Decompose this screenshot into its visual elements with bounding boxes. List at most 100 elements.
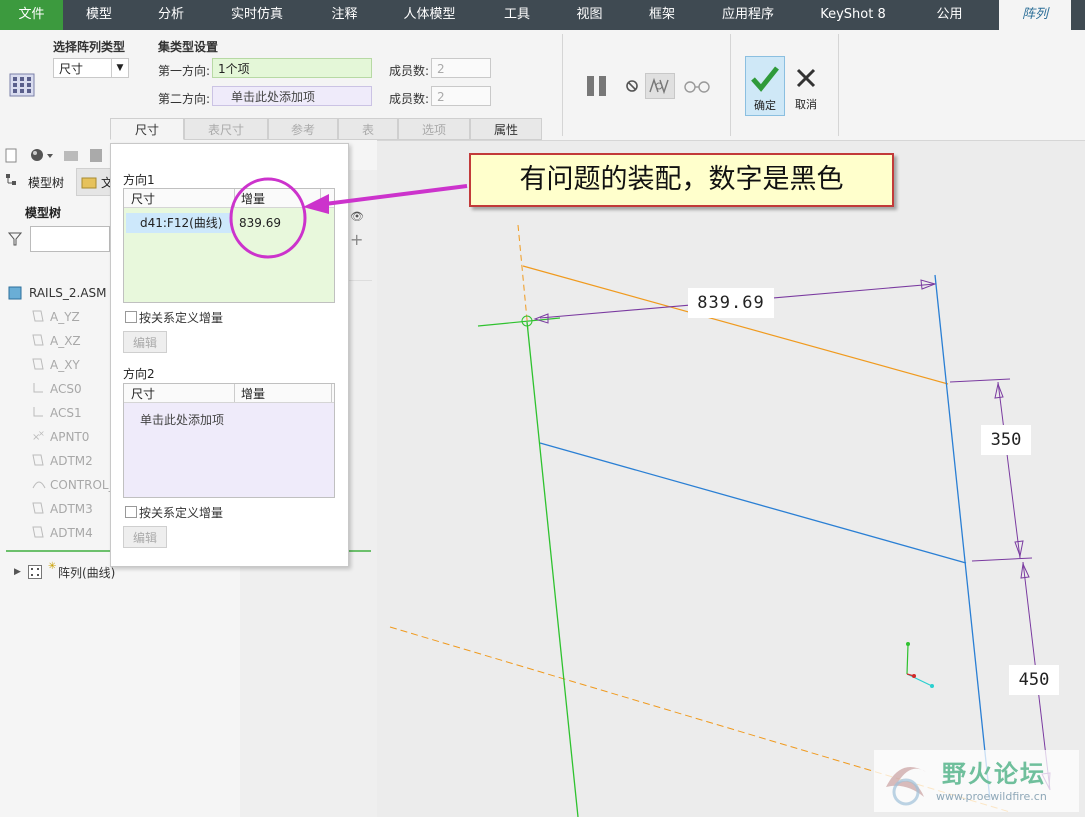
menu-bar: 文件 模型 分析 实时仿真 注释 人体模型 工具 视图 框架 应用程序 KeyS… [0,0,1085,30]
datum-plane-icon [32,358,44,370]
tab-options[interactable]: 选项 [398,118,470,140]
tree-item-a-xz[interactable]: A_XZ [32,334,81,348]
menu-manikin[interactable]: 人体模型 [382,0,477,30]
dimension-450: 450 [1018,670,1050,690]
dimension-839: 839.69 [697,293,765,313]
menu-model[interactable]: 模型 [63,0,135,30]
quick-access-toolbar [4,146,104,164]
watermark-name: 野火论坛 [942,760,1046,788]
dir1-title: 方向1 [123,173,155,187]
dir2-collector[interactable]: 单击此处添加项 [212,86,372,106]
tree-root[interactable]: RAILS_2.ASM [29,286,107,300]
menu-applications[interactable]: 应用程序 [702,0,794,30]
tab-references[interactable]: 参考 [268,118,338,140]
menu-tools[interactable]: 工具 [477,0,557,30]
curve-icon [32,478,46,490]
members2-input[interactable]: 2 [431,86,491,106]
menu-realtime-sim[interactable]: 实时仿真 [207,0,307,30]
dir1-label: 第一方向: [158,64,211,78]
col-dimension: 尺寸 [131,387,156,401]
col-dimension: 尺寸 [131,192,156,206]
annotation-callout: 有问题的装配，数字是黑色 [469,153,894,207]
tree-item-apnt0[interactable]: × × APNT0 [32,429,89,444]
coordinate-system-icon [32,382,44,394]
dir2-placeholder: 单击此处添加项 [140,413,225,427]
tab-dimensions[interactable]: 尺寸 [110,118,184,140]
divider [562,34,563,136]
watermark-url: www.proewildfire.cn [936,790,1047,803]
filter-icon[interactable] [7,232,23,246]
datum-plane-icon [32,454,44,466]
tab-folder-browser[interactable]: 文 [76,168,113,196]
glasses-icon[interactable] [683,78,711,94]
checkmark-icon [751,66,779,92]
menu-annotate[interactable]: 注释 [307,0,382,30]
members1-label: 成员数: [389,64,430,78]
edit-button-2[interactable]: 编辑 [123,526,167,548]
pattern-type-value: 尺寸 [59,62,84,76]
menu-public[interactable]: 公用 [912,0,987,30]
set-type-label: 集类型设置 [158,40,219,54]
members1-input[interactable]: 2 [431,58,491,78]
menu-analysis[interactable]: 分析 [135,0,207,30]
pattern-grid-icon[interactable] [8,70,36,100]
svg-text:×: × [38,430,44,438]
tab-tables[interactable]: 表 [338,118,398,140]
col-increment: 增量 [241,387,266,401]
dimension-839-box[interactable]: 839.69 [688,288,774,318]
dimension-450-box[interactable]: 450 [1009,665,1059,695]
pause-icon[interactable] [585,74,609,98]
tab-properties[interactable]: 属性 [470,118,542,140]
tree-item-adtm2[interactable]: ADTM2 [32,454,93,468]
ok-button[interactable]: 确定 [745,56,785,116]
row-dimension: d41:F12(曲线) [126,213,232,233]
pattern-type-label: 选择阵列类型 [53,40,126,54]
star-icon: ✳ [48,561,57,572]
datum-plane-icon [32,502,44,514]
relation-checkbox-1[interactable] [125,311,137,323]
coordinate-system-icon [32,406,44,418]
cancel-label: 取消 [795,98,817,111]
tree-item-adtm4[interactable]: ADTM4 [32,526,93,540]
assembly-icon [8,286,22,300]
relation-checkbox-2[interactable] [125,506,137,518]
dimension-350: 350 [990,430,1022,450]
datum-point-icon: × × [32,429,45,443]
tab-model-tree[interactable]: 模型树 [28,174,64,191]
tree-item-a-xy[interactable]: A_XY [32,358,80,372]
menu-framework[interactable]: 框架 [622,0,702,30]
tree-search-input[interactable] [30,226,110,252]
tree-item-control[interactable]: CONTROL_ [32,478,115,492]
verify-mode-icon[interactable] [645,73,675,99]
tree-item-adtm3[interactable]: ADTM3 [32,502,93,516]
arrow-line [324,184,468,206]
dir2-table[interactable]: 尺寸 增量 单击此处添加项 [123,383,335,498]
divider [730,34,731,136]
no-preview-icon[interactable] [624,78,640,94]
relation-label-1: 按关系定义增量 [139,311,224,325]
close-icon [796,68,816,88]
menu-pattern[interactable]: 阵列 [999,0,1071,30]
menu-file[interactable]: 文件 [0,0,63,30]
tree-item-acs0[interactable]: ACS0 [33,382,82,396]
model-tree-icon [6,174,18,186]
cancel-button[interactable]: 取消 [789,56,823,116]
menu-keyshot[interactable]: KeyShot 8 [794,0,912,30]
dimension-350-box[interactable]: 350 [981,425,1031,455]
dir2-table-header: 尺寸 增量 [124,384,334,403]
dir2-label: 第二方向: [158,92,211,106]
members2-label: 成员数: [389,92,430,106]
menu-view[interactable]: 视图 [557,0,622,30]
annotation-overlay [229,177,468,259]
edit-button-1[interactable]: 编辑 [123,331,167,353]
divider [838,34,839,136]
expand-arrow-icon[interactable]: ▶ [14,567,21,577]
tree-item-pattern[interactable]: 阵列(曲线) [58,564,115,581]
tab-table-dimensions[interactable]: 表尺寸 [184,118,268,140]
dir1-collector[interactable]: 1个项 [212,58,372,78]
highlight-circle [229,177,307,259]
pattern-type-select[interactable]: 尺寸 ▼ [53,58,129,78]
datum-plane-icon [32,526,44,538]
tree-item-a-yz[interactable]: A_YZ [32,310,80,324]
tree-item-acs1[interactable]: ACS1 [33,406,82,420]
